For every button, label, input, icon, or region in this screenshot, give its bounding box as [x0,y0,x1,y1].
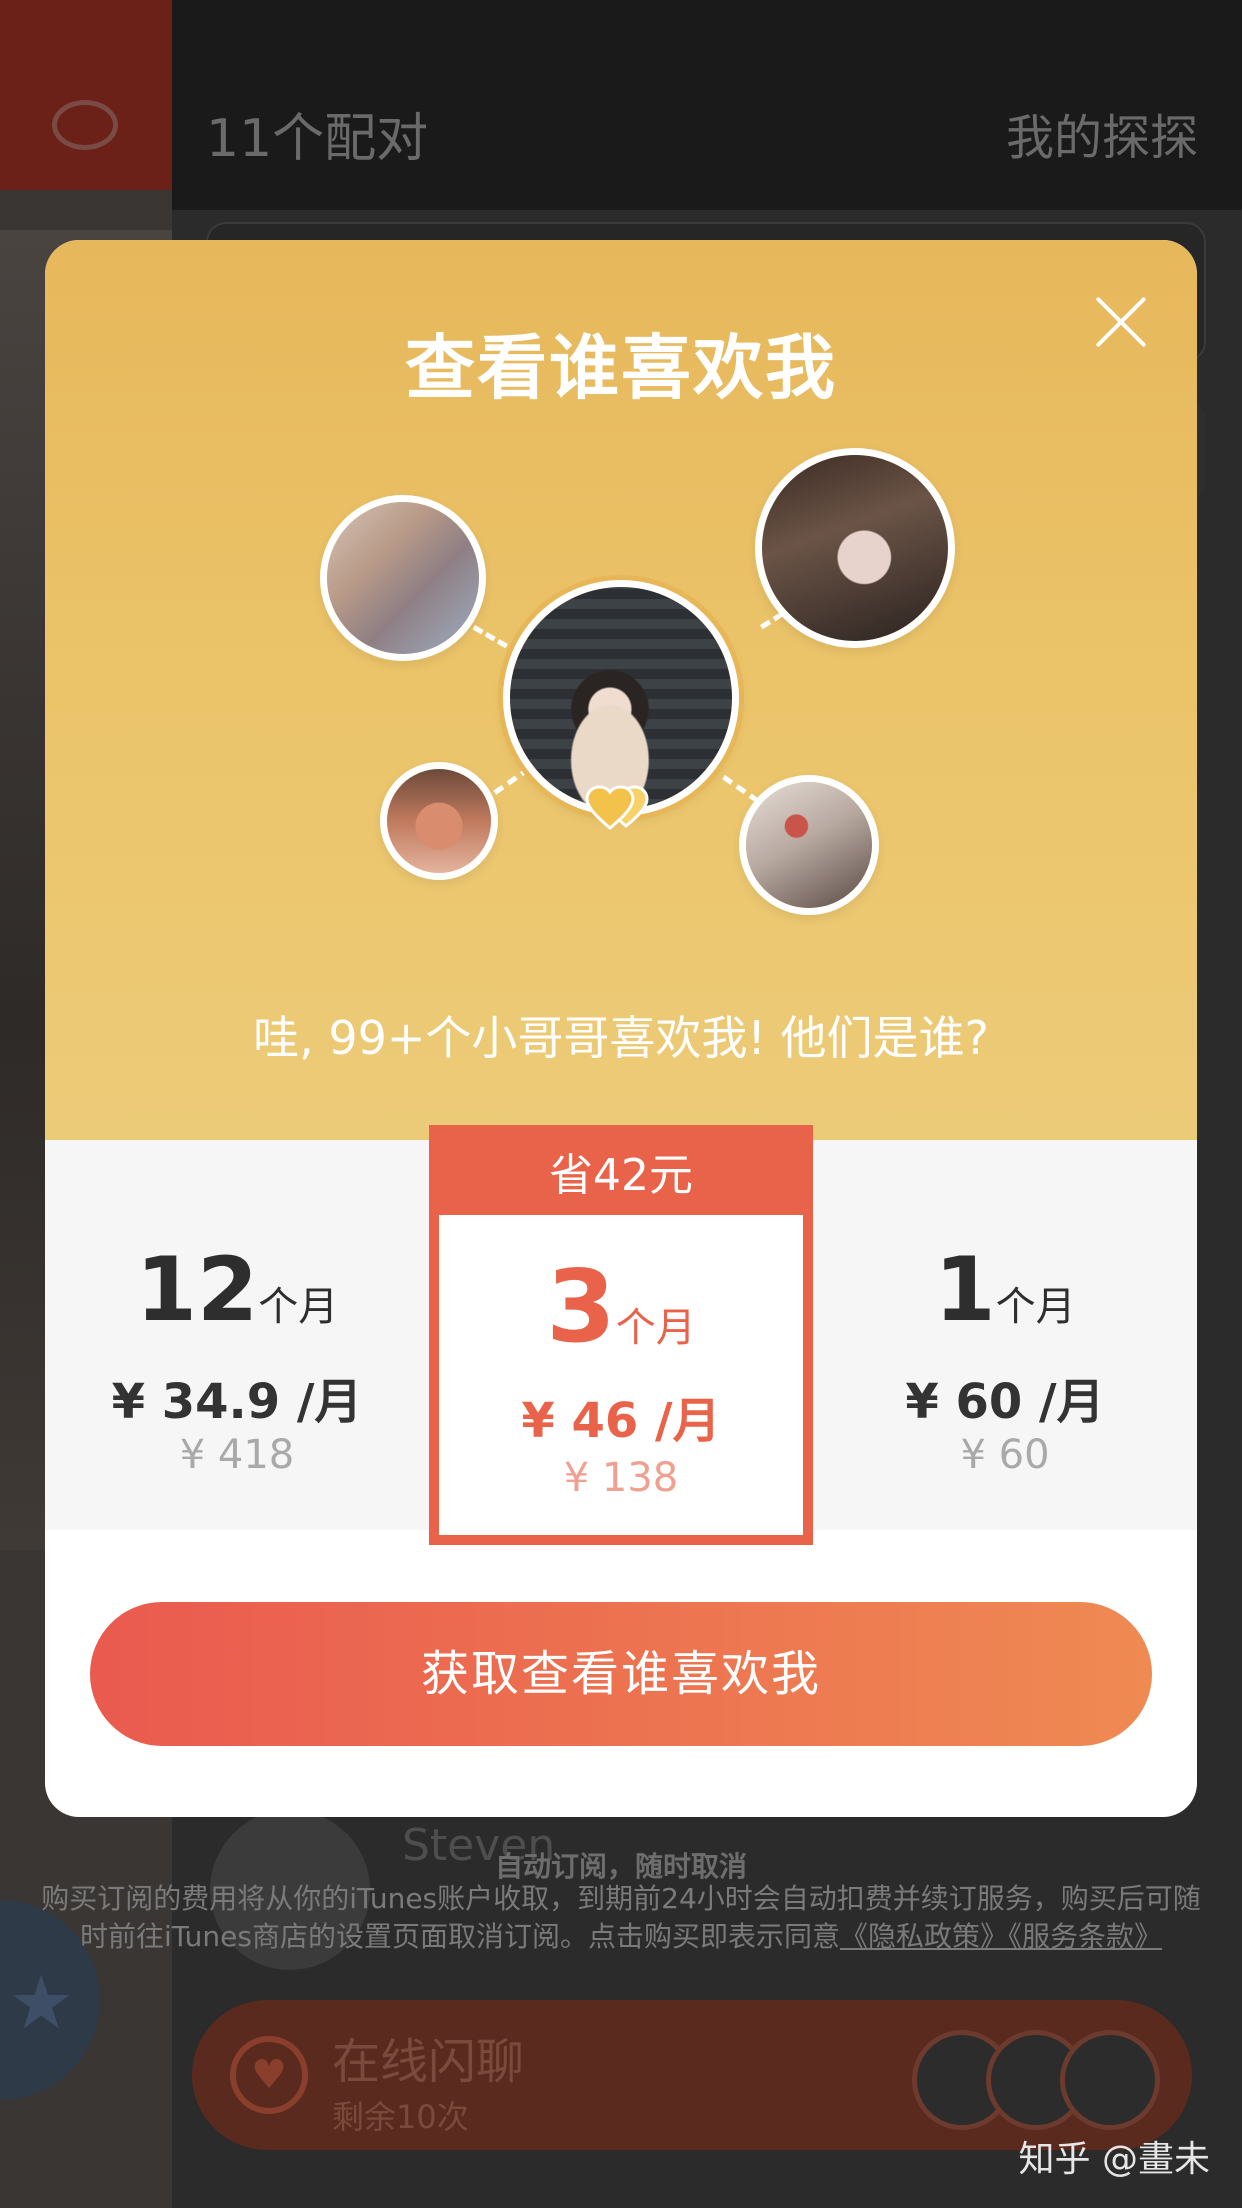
plan-12-months[interactable]: 12个月 ¥ 34.9 /月 ¥ 418 [45,1140,429,1530]
liker-avatar [755,448,955,648]
terms-of-service-link[interactable]: 《服务条款》 [1008,1920,1162,1953]
plan-monthly-price: ¥ 34.9 /月 [111,1374,363,1430]
matches-title: 11个配对 [206,109,429,169]
privacy-policy-link[interactable]: 《隐私政策》 [840,1920,1008,1953]
my-tantan-link[interactable]: 我的探探 [1006,98,1198,168]
liker-avatar [380,762,498,880]
plan-total-price: ¥ 60 [960,1432,1050,1478]
star-icon: ★ [8,1960,75,2046]
plan-total-price: ¥ 138 [563,1455,679,1501]
live-chat-title: 在线闪聊 [332,2034,525,2090]
plan-total-price: ¥ 418 [179,1432,295,1478]
left-top-tab[interactable] [0,0,172,190]
heart-icon [585,785,649,830]
plan-1-month[interactable]: 1个月 ¥ 60 /月 ¥ 60 [813,1140,1197,1530]
likes-count-text: 哇, 99+个小哥哥喜欢我! 他们是谁? [253,1011,989,1065]
terms-text: 购买订阅的费用将从你的iTunes账户收取，到期前24小时会自动扣费并续订服务，… [28,1880,1214,1956]
liker-avatar [320,495,486,661]
liker-avatars [45,240,1197,960]
plan-monthly-price: ¥ 60 /月 [905,1374,1105,1430]
savings-badge: 省42元 [549,1150,693,1201]
watermark: 知乎 @畫未 [1018,2139,1210,2180]
plan-duration: 1个月 [934,1238,1076,1341]
plan-duration: 3个月 [546,1248,696,1365]
heart-chat-icon: ♥ [230,2036,308,2114]
avatar [1060,2030,1160,2130]
live-chat-remaining: 剩余10次 [332,2098,469,2136]
chat-bubble-icon[interactable] [52,100,118,150]
plan-3-months[interactable]: 省42元 3个月 ¥ 46 /月 ¥ 138 [429,1125,813,1545]
liker-avatar [739,775,879,915]
plan-monthly-price: ¥ 46 /月 [521,1393,721,1449]
purchase-button[interactable]: 获取查看谁喜欢我 [90,1602,1152,1746]
subscription-modal: 查看谁喜欢我 哇, 99+个小哥哥喜欢我! 他们是谁? 12个月 ¥ 34.9 … [45,240,1197,1817]
plan-card-inner: 3个月 ¥ 46 /月 ¥ 138 [439,1215,803,1535]
plan-selector: 12个月 ¥ 34.9 /月 ¥ 418 省42元 3个月 ¥ 46 /月 ¥ … [45,1125,1197,1545]
auto-renew-heading: 自动订阅，随时取消 [494,1850,747,1883]
plan-duration: 12个月 [135,1238,339,1341]
user-photo [503,580,739,816]
